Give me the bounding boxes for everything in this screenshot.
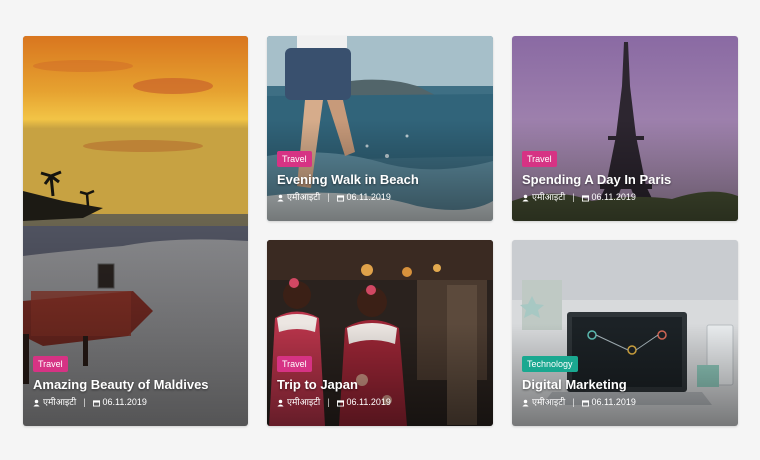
post-title[interactable]: Evening Walk in Beach — [277, 172, 483, 188]
post-author[interactable]: एमीआइटी — [287, 192, 320, 203]
post-info: Travel Evening Walk in Beach एमीआइटी | 0… — [277, 149, 483, 203]
post-author[interactable]: एमीआइटी — [287, 397, 320, 408]
post-meta: एमीआइटी | 06.11.2019 — [522, 192, 728, 203]
calendar-icon — [581, 399, 589, 406]
post-title[interactable]: Digital Marketing — [522, 377, 728, 393]
post-title[interactable]: Amazing Beauty of Maldives — [33, 377, 238, 393]
meta-separator: | — [327, 192, 330, 202]
user-icon — [277, 194, 284, 201]
post-info: Travel Spending A Day In Paris एमीआइटी |… — [522, 149, 728, 203]
post-title[interactable]: Spending A Day In Paris — [522, 172, 728, 188]
post-date: 06.11.2019 — [346, 192, 391, 202]
post-author[interactable]: एमीआइटी — [43, 397, 76, 408]
user-icon — [33, 399, 40, 406]
category-badge[interactable]: Travel — [33, 356, 68, 372]
post-meta: एमीआइटी | 06.11.2019 — [33, 397, 238, 408]
calendar-icon — [336, 194, 344, 201]
post-meta: एमीआइटी | 06.11.2019 — [522, 397, 728, 408]
post-date: 06.11.2019 — [591, 397, 636, 407]
category-badge[interactable]: Technology — [522, 356, 578, 372]
post-card-japan[interactable]: Travel Trip to Japan एमीआइटी | 06.11.201… — [267, 240, 493, 426]
meta-separator: | — [572, 397, 575, 407]
post-author[interactable]: एमीआइटी — [532, 397, 565, 408]
post-title[interactable]: Trip to Japan — [277, 377, 483, 393]
category-badge[interactable]: Travel — [277, 151, 312, 167]
category-badge[interactable]: Travel — [277, 356, 312, 372]
post-meta: एमीआइटी | 06.11.2019 — [277, 397, 483, 408]
post-info: Technology Digital Marketing एमीआइटी | 0… — [522, 354, 728, 408]
post-card-digital-marketing[interactable]: Technology Digital Marketing एमीआइटी | 0… — [512, 240, 738, 426]
post-meta: एमीआइटी | 06.11.2019 — [277, 192, 483, 203]
post-card-maldives[interactable]: Travel Amazing Beauty of Maldives एमीआइट… — [23, 36, 248, 426]
post-info: Travel Amazing Beauty of Maldives एमीआइट… — [33, 354, 238, 408]
calendar-icon — [92, 399, 100, 406]
calendar-icon — [581, 194, 589, 201]
category-badge[interactable]: Travel — [522, 151, 557, 167]
user-icon — [277, 399, 284, 406]
post-card-beach[interactable]: Travel Evening Walk in Beach एमीआइटी | 0… — [267, 36, 493, 221]
meta-separator: | — [83, 397, 86, 407]
meta-separator: | — [327, 397, 330, 407]
user-icon — [522, 194, 529, 201]
post-author[interactable]: एमीआइटी — [532, 192, 565, 203]
post-date: 06.11.2019 — [102, 397, 147, 407]
meta-separator: | — [572, 192, 575, 202]
user-icon — [522, 399, 529, 406]
post-info: Travel Trip to Japan एमीआइटी | 06.11.201… — [277, 354, 483, 408]
post-card-paris[interactable]: Travel Spending A Day In Paris एमीआइटी |… — [512, 36, 738, 221]
calendar-icon — [336, 399, 344, 406]
post-date: 06.11.2019 — [591, 192, 636, 202]
post-date: 06.11.2019 — [346, 397, 391, 407]
